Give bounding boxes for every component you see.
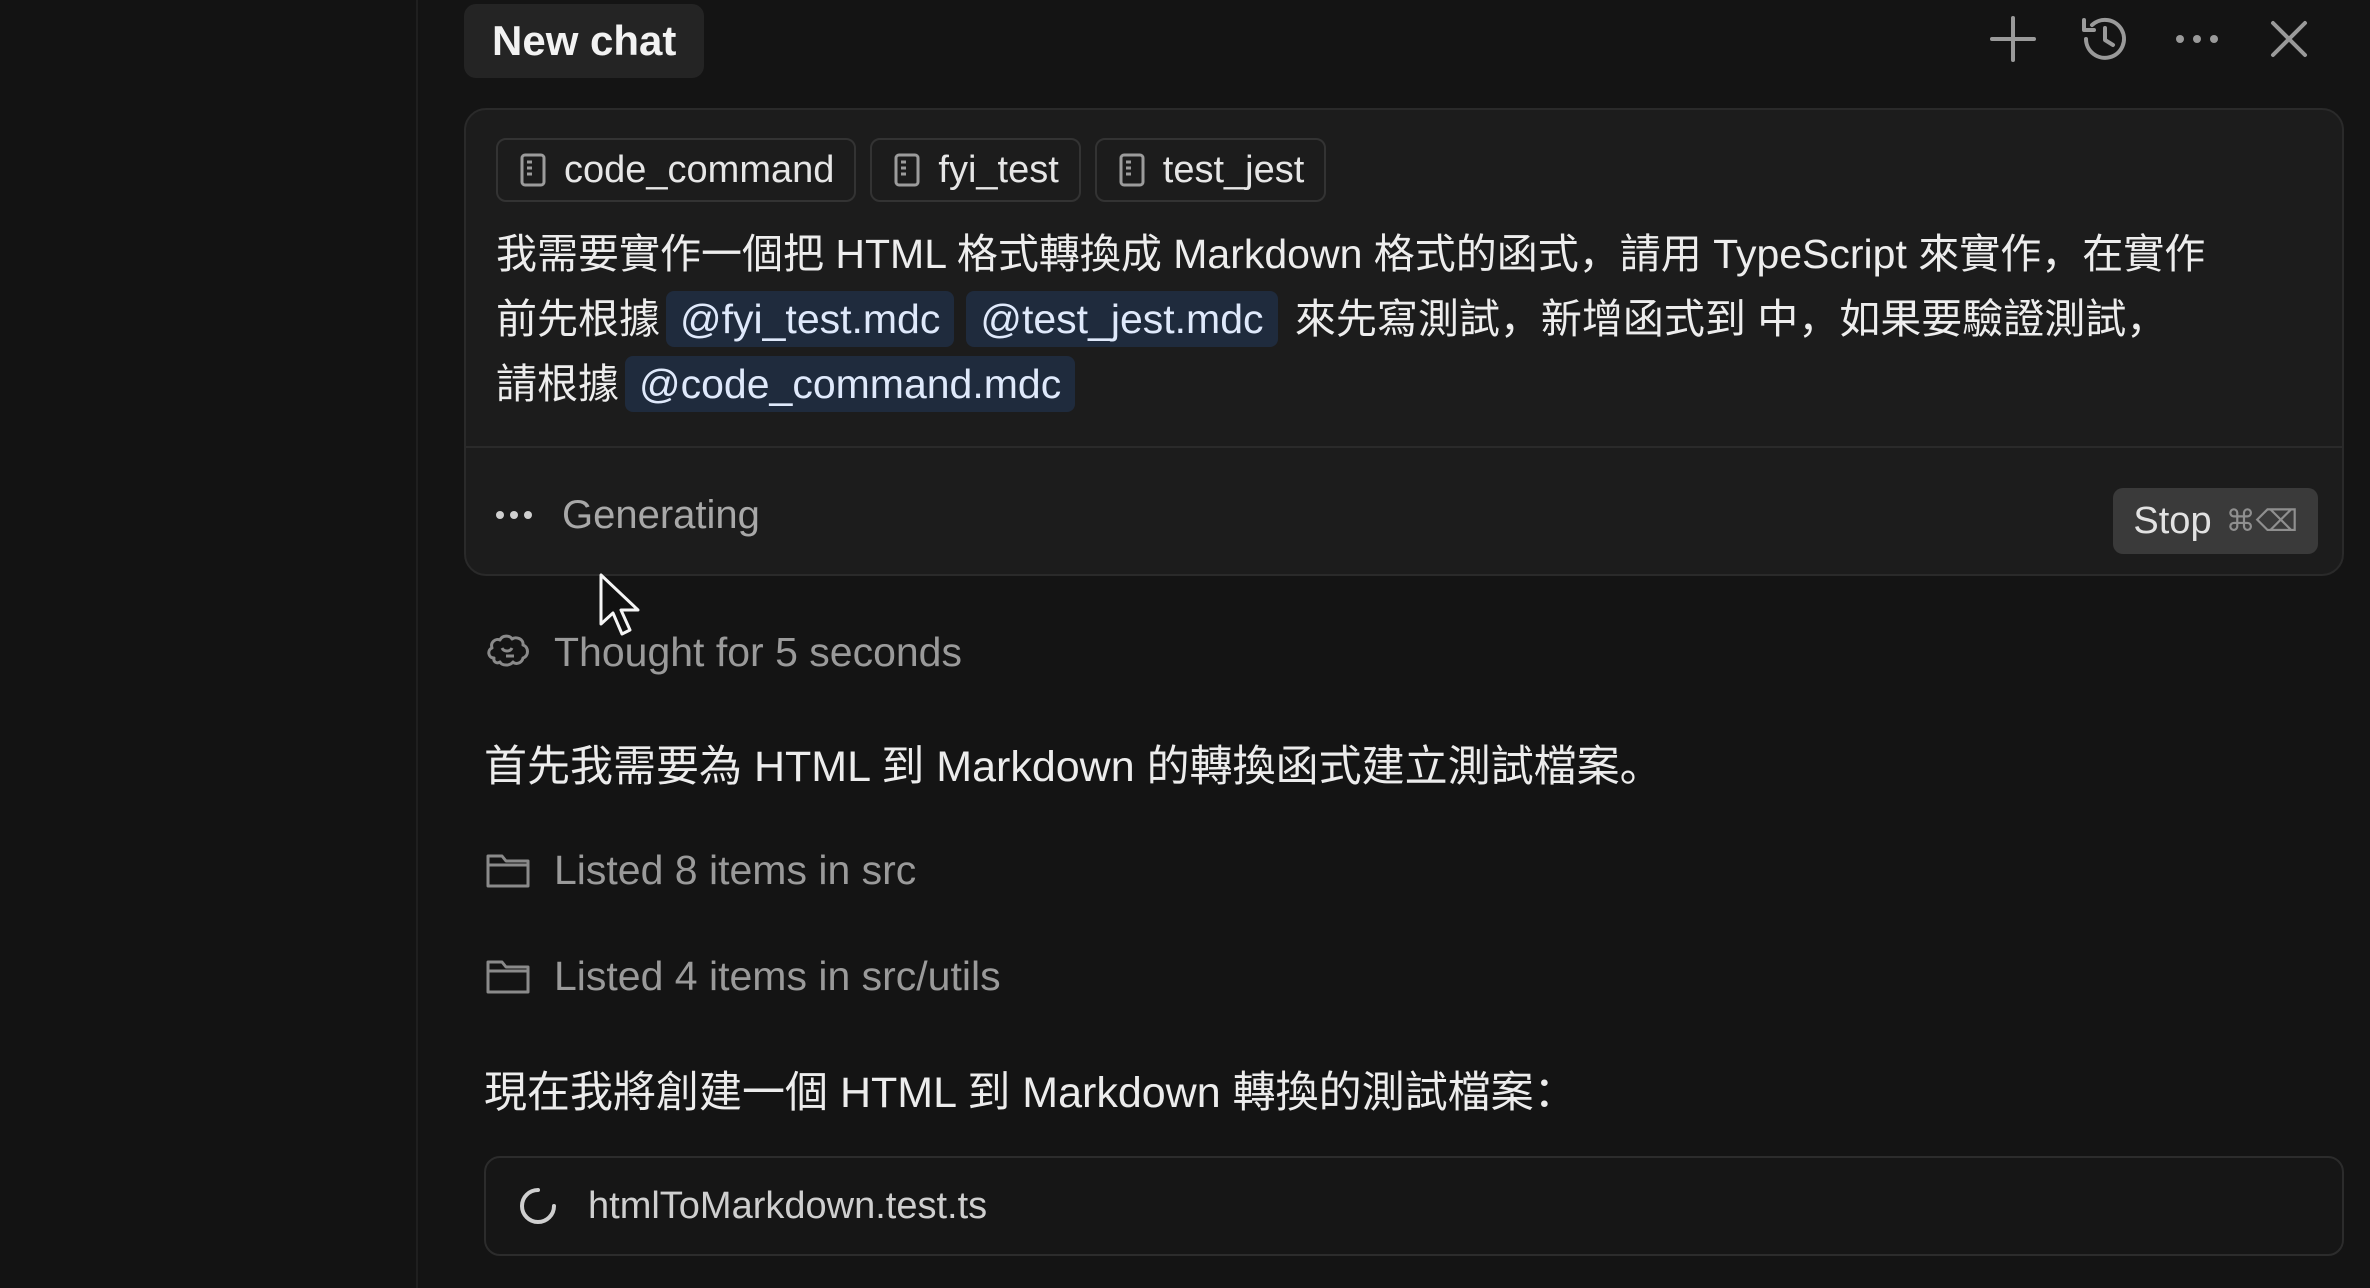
tab-new-chat[interactable]: New chat <box>464 4 705 78</box>
plus-icon[interactable] <box>1982 8 2044 70</box>
assistant-message-1: 首先我需要為 HTML 到 Markdown 的轉換函式建立測試檔案。 <box>484 732 1663 794</box>
mention-fyi-test[interactable]: @fyi_test.mdc <box>666 291 955 347</box>
prompt-line-3: 請根據 @code_command.mdc <box>496 352 2326 417</box>
chip-label: fyi_test <box>938 148 1059 191</box>
message-text: 首先我需要為 HTML 到 Markdown 的轉換函式建立測試檔案。 <box>484 743 1663 791</box>
prompt-text-segment: 前先根據 <box>496 296 660 342</box>
chip-label: test_jest <box>1162 148 1305 191</box>
prompt-text[interactable]: 我需要實作一個把 HTML 格式轉換成 Markdown 格式的函式，請用 Ty… <box>496 222 2326 417</box>
prompt-text-segment: 來先寫測試，新增函式到 中，如果要驗證測試， <box>1294 296 2168 342</box>
more-icon[interactable] <box>2166 8 2228 70</box>
file-icon <box>1119 153 1145 187</box>
folder-icon <box>484 952 532 1000</box>
tool-call-listed-src-utils[interactable]: Listed 4 items in src/utils <box>484 952 1001 1000</box>
generation-status: Generating Stop ⌘⌫ <box>496 470 2318 560</box>
chat-header: New chat <box>420 0 2370 90</box>
context-chip-test-jest[interactable]: test_jest <box>1094 138 1327 202</box>
tool-call-listed-src[interactable]: Listed 8 items in src <box>484 846 916 894</box>
file-icon <box>520 153 546 187</box>
brain-icon <box>484 628 532 676</box>
left-sidebar-area <box>0 0 418 1288</box>
history-icon[interactable] <box>2074 8 2136 70</box>
file-icon <box>894 153 920 187</box>
close-icon[interactable] <box>2258 8 2320 70</box>
loading-dots-icon <box>496 511 532 519</box>
generating-label: Generating <box>562 492 760 537</box>
tool-call-label: Listed 8 items in src <box>554 846 917 893</box>
context-chip-code-command[interactable]: code_command <box>496 138 857 202</box>
mention-code-command[interactable]: @code_command.mdc <box>625 356 1076 412</box>
composer-box[interactable]: code_command fyi_test test_jest 我需要實作一個把… <box>464 108 2344 576</box>
prompt-text-segment: 請根據 <box>496 361 619 407</box>
assistant-message-2: 現在我將創建一個 HTML 到 Markdown 轉換的測試檔案： <box>484 1058 1577 1120</box>
folder-icon <box>484 846 532 894</box>
thought-row[interactable]: Thought for 5 seconds <box>484 628 962 676</box>
stop-button[interactable]: Stop ⌘⌫ <box>2113 488 2318 554</box>
header-actions <box>1982 8 2320 70</box>
file-name: htmlToMarkdown.test.ts <box>588 1184 988 1227</box>
prompt-line-2: 前先根據 @fyi_test.mdc @test_jest.mdc 來先寫測試，新增… <box>496 287 2326 352</box>
tool-call-label: Listed 4 items in src/utils <box>554 952 1001 999</box>
stop-shortcut: ⌘⌫ <box>2225 504 2298 538</box>
mouse-cursor-icon <box>599 573 640 636</box>
divider <box>466 446 2342 448</box>
chip-label: code_command <box>564 148 835 191</box>
stop-label: Stop <box>2133 499 2212 542</box>
prompt-line-1: 我需要實作一個把 HTML 格式轉換成 Markdown 格式的函式，請用 Ty… <box>496 231 2206 277</box>
chat-panel: New chat code_command fyi_test test_jest… <box>420 0 2370 1288</box>
spinner-icon <box>520 1188 556 1224</box>
file-edit-card[interactable]: htmlToMarkdown.test.ts <box>484 1156 2344 1256</box>
mention-test-jest[interactable]: @test_jest.mdc <box>966 291 1278 347</box>
context-chips: code_command fyi_test test_jest <box>496 138 1327 202</box>
context-chip-fyi-test[interactable]: fyi_test <box>870 138 1081 202</box>
message-text: 現在我將創建一個 HTML 到 Markdown 轉換的測試檔案： <box>484 1069 1577 1117</box>
